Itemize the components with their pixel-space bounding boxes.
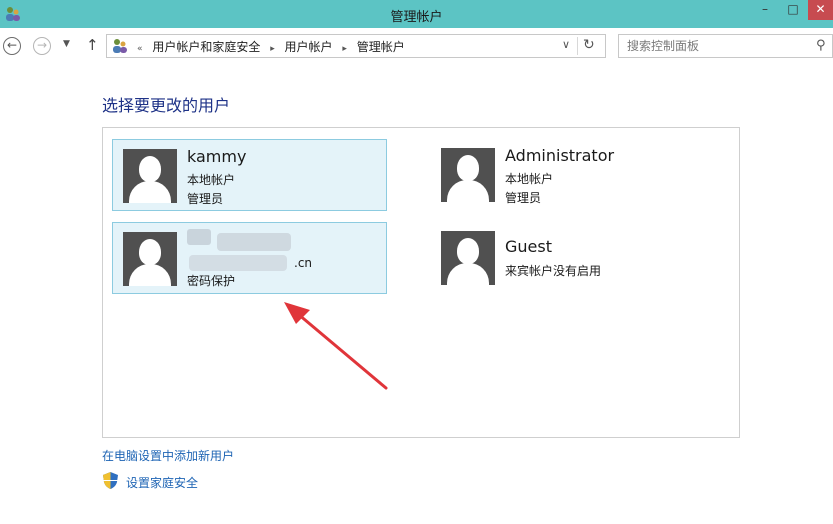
user-account-type: 本地帐户 — [187, 173, 236, 187]
user-avatar-icon — [123, 232, 177, 286]
search-input[interactable] — [627, 38, 807, 54]
refresh-icon[interactable]: ↻ — [583, 37, 595, 53]
breadcrumb: « 用户帐户和家庭安全 ▸ 用户帐户 ▸ 管理帐户 — [137, 38, 411, 55]
user-status: 密码保护 — [187, 274, 236, 288]
user-name: kammy — [187, 147, 247, 166]
recent-locations-chevron-icon[interactable]: ▼ — [63, 39, 70, 49]
user-role: 管理员 — [187, 192, 224, 206]
user-tile-guest[interactable]: Guest 来宾帐户没有启用 — [431, 222, 706, 294]
forward-arrow-icon[interactable]: → — [33, 37, 51, 55]
title-bar: 管理帐户 – □ ✕ — [0, 0, 833, 28]
add-new-user-link[interactable]: 在电脑设置中添加新用户 — [102, 447, 234, 464]
user-role: 管理员 — [505, 191, 542, 205]
breadcrumb-separator-icon[interactable]: ▸ — [342, 44, 347, 54]
address-dropdown-chevron-icon[interactable]: ∨ — [562, 38, 570, 51]
user-list-panel: kammy 本地帐户 管理员 .cn 密码保护 Administrator 本地… — [102, 127, 740, 438]
user-account-type: 本地帐户 — [505, 172, 554, 186]
search-box[interactable]: ⚲ — [618, 34, 833, 58]
shield-icon — [103, 472, 118, 489]
close-button[interactable]: ✕ — [808, 0, 833, 20]
user-avatar-icon — [441, 231, 495, 285]
breadcrumb-separator-icon[interactable]: ▸ — [270, 44, 275, 54]
user-tile-kammy[interactable]: kammy 本地帐户 管理员 — [112, 139, 387, 211]
navigation-bar: ← → ▼ ↑ « 用户帐户和家庭安全 ▸ 用户帐户 ▸ 管理帐户 ∨ ↻ ⚲ — [0, 28, 833, 64]
breadcrumb-item[interactable]: 用户帐户 — [285, 40, 333, 54]
back-arrow-icon[interactable]: ← — [3, 37, 21, 55]
page-heading: 选择要更改的用户 — [102, 96, 231, 115]
user-status: 来宾帐户没有启用 — [505, 264, 602, 278]
user-tile-microsoft-account[interactable]: .cn 密码保护 — [112, 222, 387, 294]
breadcrumb-item[interactable]: 管理帐户 — [357, 40, 405, 54]
window-title: 管理帐户 — [390, 10, 443, 25]
address-divider — [577, 37, 578, 55]
user-avatar-icon — [123, 149, 177, 203]
user-email-suffix: .cn — [294, 256, 313, 270]
up-arrow-icon[interactable]: ↑ — [86, 36, 99, 54]
maximize-button[interactable]: □ — [780, 0, 806, 20]
address-bar[interactable]: « 用户帐户和家庭安全 ▸ 用户帐户 ▸ 管理帐户 ∨ ↻ — [106, 34, 606, 58]
redacted-email-blur — [187, 229, 297, 273]
breadcrumb-item[interactable]: 用户帐户和家庭安全 — [152, 40, 260, 54]
users-folder-icon — [113, 39, 127, 53]
user-avatar-icon — [441, 148, 495, 202]
user-tile-administrator[interactable]: Administrator 本地帐户 管理员 — [431, 139, 706, 211]
user-name: Guest — [505, 237, 552, 256]
user-name: Administrator — [505, 146, 615, 165]
breadcrumb-overflow[interactable]: « — [137, 44, 143, 54]
minimize-button[interactable]: – — [752, 0, 778, 20]
annotation-arrow-icon — [284, 302, 388, 390]
family-safety-label: 设置家庭安全 — [126, 476, 199, 490]
search-icon[interactable]: ⚲ — [816, 38, 826, 53]
